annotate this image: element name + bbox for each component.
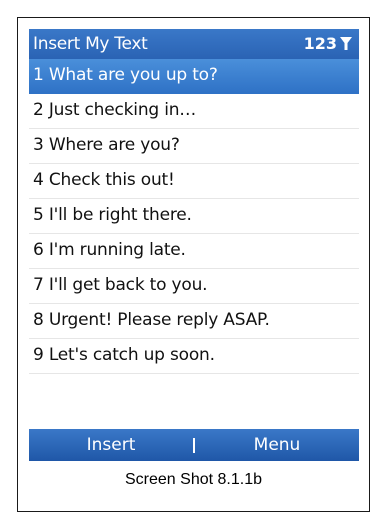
my-text-list: 1 What are you up to? 2 Just checking in… xyxy=(29,59,359,374)
list-item[interactable]: 9 Let's catch up soon. xyxy=(29,339,359,374)
input-mode-label: 123 xyxy=(303,34,337,53)
phone-screen: Insert My Text 123 1 What are you up to?… xyxy=(29,29,359,461)
window-title: Insert My Text xyxy=(33,34,148,54)
menu-softkey[interactable]: Menu xyxy=(195,429,359,461)
input-mode-indicator: 123 xyxy=(304,33,353,55)
list-item[interactable]: 3 Where are you? xyxy=(29,129,359,164)
insert-softkey[interactable]: Insert xyxy=(29,429,193,461)
list-item[interactable]: 8 Urgent! Please reply ASAP. xyxy=(29,304,359,339)
list-item[interactable]: 4 Check this out! xyxy=(29,164,359,199)
list-item[interactable]: 6 I'm running late. xyxy=(29,234,359,269)
list-item[interactable]: 7 I'll get back to you. xyxy=(29,269,359,304)
title-bar: Insert My Text 123 xyxy=(29,29,359,59)
softkey-bar: Insert Menu xyxy=(29,429,359,461)
screenshot-frame: Insert My Text 123 1 What are you up to?… xyxy=(17,17,370,512)
list-item[interactable]: 2 Just checking in… xyxy=(29,94,359,129)
list-item[interactable]: 5 I'll be right there. xyxy=(29,199,359,234)
filter-icon xyxy=(339,36,353,52)
list-item[interactable]: 1 What are you up to? xyxy=(29,59,359,94)
figure-caption: Screen Shot 8.1.1b xyxy=(125,471,262,488)
